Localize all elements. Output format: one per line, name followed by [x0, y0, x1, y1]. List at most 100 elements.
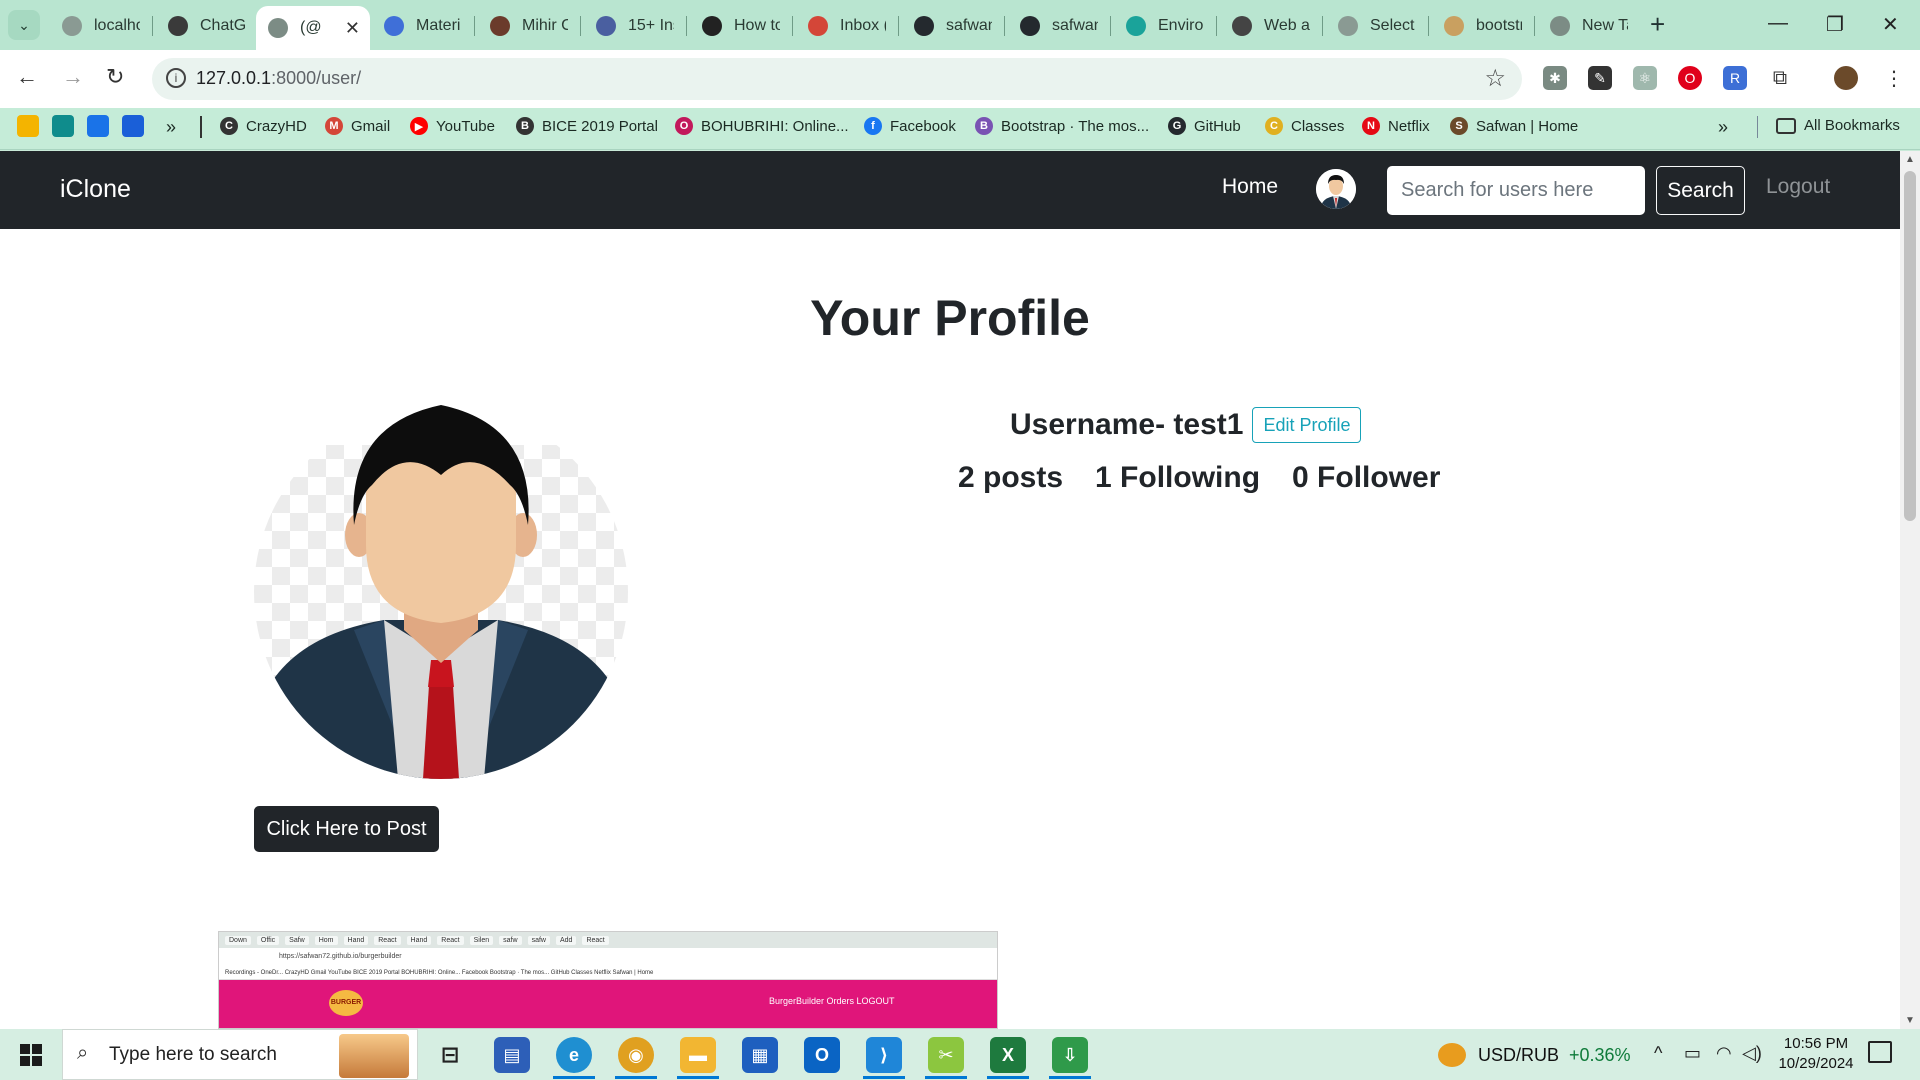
volume-icon[interactable]: ◁) [1742, 1043, 1762, 1064]
bookmark-item[interactable]: M Gmail [325, 117, 390, 135]
user-search-input[interactable] [1387, 166, 1645, 215]
scrollbar-thumb[interactable] [1904, 171, 1916, 521]
browser-tab[interactable]: (@ ✕ [256, 6, 370, 50]
address-bar[interactable]: i 127.0.0.1:8000/user/ ☆ [152, 58, 1522, 100]
folder-app-icon[interactable]: ▬ [680, 1037, 716, 1073]
browser-tab[interactable]: safwan [1008, 8, 1108, 44]
close-window-button[interactable]: ✕ [1882, 12, 1899, 37]
restore-button[interactable]: ❐ [1826, 12, 1844, 37]
bookmark-star-icon[interactable]: ☆ [1484, 64, 1506, 93]
chrome-app-icon[interactable]: ◉ [618, 1037, 654, 1073]
extensions-puzzle-icon[interactable]: ⧉ [1768, 66, 1792, 90]
app-shortcut-icon[interactable] [122, 115, 144, 137]
search-button[interactable]: Search [1656, 166, 1745, 215]
site-info-icon[interactable]: i [166, 68, 186, 88]
tab-close-icon[interactable]: ✕ [345, 18, 360, 39]
browser-tab[interactable]: bootstr [1432, 8, 1532, 44]
post-image-tabs: Down Offic Safw Hom Hand React Hand React Silen s… [219, 932, 997, 948]
browser-tab[interactable]: Web ap [1220, 8, 1320, 44]
excel-app-icon[interactable]: X [990, 1037, 1026, 1073]
extension-eyedropper-icon[interactable]: ✎ [1588, 66, 1612, 90]
nav-home-link[interactable]: Home [1222, 175, 1278, 199]
scroll-down-arrow-icon[interactable]: ▼ [1905, 1015, 1915, 1026]
tab-favicon-icon [62, 16, 82, 36]
browser-tab[interactable]: 15+ Ins [584, 8, 684, 44]
forward-icon[interactable]: → [62, 64, 84, 90]
extension-r-icon[interactable]: R [1723, 66, 1747, 90]
browser-tab[interactable]: Environ [1114, 8, 1214, 44]
bookmark-item[interactable]: ▶ YouTube [410, 117, 495, 135]
tab-title: (@ [300, 19, 322, 36]
vscode-app-icon[interactable]: ⟩ [866, 1037, 902, 1073]
reload-icon[interactable]: ↻ [106, 64, 124, 90]
edit-profile-button[interactable]: Edit Profile [1252, 407, 1362, 443]
bookmarks-more-chevron-icon[interactable]: » [1718, 117, 1728, 138]
tray-chevron-icon[interactable]: ^ [1654, 1043, 1662, 1064]
extension-bug-icon[interactable]: ✱ [1543, 66, 1567, 90]
follower-count[interactable]: 0 Follower [1292, 461, 1440, 495]
bookmarks-overflow-chevron-icon[interactable]: » [166, 117, 176, 138]
page-scrollbar[interactable]: ▲ ▼ [1900, 151, 1920, 1029]
wifi-icon[interactable]: ◠ [1716, 1043, 1732, 1064]
create-post-button[interactable]: Click Here to Post [254, 806, 439, 852]
bookmark-item[interactable]: C CrazyHD [220, 117, 307, 135]
new-tab-button[interactable]: + [1650, 10, 1665, 38]
currency-ticker[interactable]: USD/RUB +0.36% [1438, 1043, 1631, 1067]
extension-opera-icon[interactable]: O [1678, 66, 1702, 90]
edge-app-icon[interactable]: e [556, 1037, 592, 1073]
store-app-icon[interactable]: ▦ [742, 1037, 778, 1073]
bookmark-item[interactable]: G GitHub [1168, 117, 1241, 135]
bookmark-item[interactable]: O BOHUBRIHI: Online... [675, 117, 849, 135]
post-image[interactable]: Down Offic Safw Hom Hand React Hand React Silen s… [218, 931, 998, 1029]
browser-tab[interactable]: Select [1326, 8, 1426, 44]
notification-center-icon[interactable] [1868, 1041, 1892, 1063]
extension-react-icon[interactable]: ⚛ [1633, 66, 1657, 90]
bookmark-item[interactable]: C Classes [1265, 117, 1344, 135]
active-app-indicator [615, 1076, 657, 1079]
browser-tab[interactable]: Inbox ( [796, 8, 896, 44]
browser-tab[interactable]: Materi [372, 8, 472, 44]
browser-menu-icon[interactable]: ⋮ [1882, 66, 1906, 90]
minimize-button[interactable]: — [1768, 12, 1788, 35]
profile-avatar-icon[interactable] [1834, 66, 1858, 90]
browser-tab[interactable]: Mihir C [478, 8, 578, 44]
tab-title: How to [734, 17, 780, 34]
bookmark-item[interactable]: f Facebook [864, 117, 956, 135]
bookmark-favicon-icon: S [1450, 117, 1468, 135]
taskbar-search-box[interactable]: ⌕ Type here to search [62, 1029, 418, 1080]
scroll-up-arrow-icon[interactable]: ▲ [1905, 154, 1915, 165]
windows-start-icon[interactable] [20, 1044, 42, 1066]
bookmark-item[interactable]: N Netflix [1362, 117, 1430, 135]
task-view-icon[interactable]: ⊟ [432, 1037, 468, 1073]
tab-separator [1110, 16, 1111, 36]
nav-avatar[interactable] [1316, 169, 1356, 209]
browser-tab[interactable]: How to [690, 8, 790, 44]
active-app-indicator [987, 1076, 1029, 1079]
posts-count: 2 posts [958, 461, 1064, 494]
tab-search-button[interactable]: ⌄ [8, 10, 40, 40]
bookmark-item[interactable]: S Safwan | Home [1450, 117, 1578, 135]
outlook-app-icon[interactable]: O [804, 1037, 840, 1073]
back-icon[interactable]: ← [16, 64, 38, 90]
app-shortcut-icon[interactable] [52, 115, 74, 137]
tab-title: Materi [416, 17, 461, 34]
browser-tab[interactable]: New Ta [1538, 8, 1638, 44]
browser-tab[interactable]: ChatGP [156, 8, 256, 44]
tab-favicon-icon [914, 16, 934, 36]
browser-tab[interactable]: localho [50, 8, 150, 44]
bookmark-item[interactable]: B BICE 2019 Portal [516, 117, 658, 135]
download-app-icon[interactable]: ⇩ [1052, 1037, 1088, 1073]
all-bookmarks-folder[interactable]: All Bookmarks [1776, 117, 1900, 134]
app-shortcut-icon[interactable] [17, 115, 39, 137]
browser-tab[interactable]: safwan [902, 8, 1002, 44]
snipping-app-icon[interactable]: ✂ [928, 1037, 964, 1073]
app-shortcut-icon[interactable] [87, 115, 109, 137]
system-clock[interactable]: 10:56 PM 10/29/2024 [1766, 1034, 1866, 1074]
file-manager-app-icon[interactable]: ▤ [494, 1037, 530, 1073]
url-text[interactable]: 127.0.0.1:8000/user/ [196, 68, 361, 89]
logout-link[interactable]: Logout [1766, 175, 1830, 199]
site-brand[interactable]: iClone [60, 175, 131, 204]
battery-icon[interactable]: ▭ [1684, 1043, 1701, 1064]
following-count[interactable]: 1 Following [1095, 461, 1260, 495]
bookmark-item[interactable]: B Bootstrap · The mos... [975, 117, 1149, 135]
